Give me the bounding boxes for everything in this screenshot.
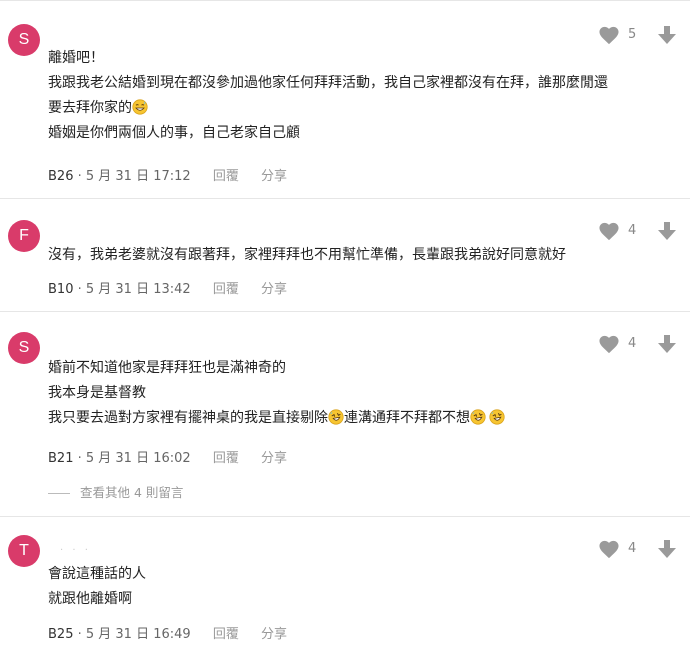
meta-dot: ·: [73, 627, 86, 642]
floor-number[interactable]: B21: [48, 451, 73, 466]
downvote-arrow-icon[interactable]: [656, 24, 678, 46]
comment-line-with-emoji: 我只要去過對方家裡有擺神桌的我是直接剔除 連溝通拜不拜都不想: [48, 406, 630, 431]
comment-line: 離婚吧！: [48, 50, 104, 66]
heart-icon[interactable]: [598, 539, 620, 559]
username-placeholder: · · ·: [60, 545, 91, 556]
comment-actions: 4: [598, 537, 678, 561]
like-count: 4: [628, 541, 637, 556]
share-button[interactable]: 分享: [261, 627, 287, 642]
floor-number[interactable]: B10: [48, 282, 73, 297]
like-count: 5: [628, 27, 637, 42]
comment-body: 婚前不知道他家是拜拜狂也是滿神奇的 我本身是基督教 我只要去過對方家裡有擺神桌的…: [48, 356, 630, 431]
comment-b25: T · · · 4 會說這種話的人 就跟他離婚啊 B25 · 5 月 31 日 …: [0, 517, 690, 656]
avatar[interactable]: S: [8, 332, 40, 364]
floor-number[interactable]: B25: [48, 627, 73, 642]
smiling-sweat-emoji: [132, 99, 148, 115]
comment-line: 連溝通拜不拜都不想: [344, 410, 470, 426]
rolling-laughing-emoji: [470, 409, 486, 425]
comment-line: 就跟他離婚啊: [48, 591, 132, 607]
avatar-letter: S: [18, 339, 30, 356]
timestamp: 5 月 31 日 16:49: [85, 627, 191, 642]
meta-dot: ·: [73, 169, 86, 184]
reply-button[interactable]: 回覆: [213, 451, 239, 466]
heart-icon[interactable]: [598, 25, 620, 45]
meta-dot: ·: [73, 282, 86, 297]
like-count: 4: [628, 336, 637, 351]
avatar-letter: F: [19, 227, 29, 244]
avatar-letter: T: [19, 542, 29, 559]
comment-body: 離婚吧！ 我跟我老公結婚到現在都沒參加過他家任何拜拜活動，我自己家裡都沒有在拜，…: [48, 46, 630, 146]
share-button[interactable]: 分享: [261, 282, 287, 297]
view-more-replies-label: 查看其他 4 則留言: [80, 485, 184, 500]
timestamp: 5 月 31 日 17:12: [85, 169, 191, 184]
comment-line: 會說這種話的人: [48, 566, 146, 582]
comment-b10: F 4 沒有，我弟老婆就沒有跟著拜，家裡拜拜也不用幫忙準備，長輩跟我弟說好同意就…: [0, 199, 690, 312]
comment-line: 沒有，我弟老婆就沒有跟著拜，家裡拜拜也不用幫忙準備，長輩跟我弟說好同意就好: [48, 247, 566, 263]
like-count: 4: [628, 223, 637, 238]
comment-line: 我只要去過對方家裡有擺神桌的我是直接剔除: [48, 410, 328, 426]
reply-button[interactable]: 回覆: [213, 169, 239, 184]
comment-line: 我跟我老公結婚到現在都沒參加過他家任何拜拜活動，我自己家裡都沒有在拜，誰那麼閒還: [48, 75, 608, 91]
comment-actions: 5: [598, 23, 678, 47]
floor-number[interactable]: B26: [48, 169, 73, 184]
comment-meta: B10 · 5 月 31 日 13:42 回覆 分享: [48, 280, 287, 300]
comment-thread: S 5 離婚吧！ 我跟我老公結婚到現在都沒參加過他家任何拜拜活動，我自己家裡都沒…: [0, 0, 690, 656]
comment-meta: B21 · 5 月 31 日 16:02 回覆 分享: [48, 449, 287, 469]
more-replies-dash: [48, 493, 70, 494]
timestamp: 5 月 31 日 13:42: [85, 282, 191, 297]
meta-dot: ·: [73, 451, 86, 466]
comment-actions: 4: [598, 332, 678, 356]
share-button[interactable]: 分享: [261, 169, 287, 184]
avatar[interactable]: S: [8, 24, 40, 56]
reply-button[interactable]: 回覆: [213, 282, 239, 297]
downvote-arrow-icon[interactable]: [656, 220, 678, 242]
share-button[interactable]: 分享: [261, 451, 287, 466]
comment-line-with-emoji: 要去拜你家的: [48, 96, 630, 121]
rolling-laughing-emoji: [489, 409, 505, 425]
comment-body: 沒有，我弟老婆就沒有跟著拜，家裡拜拜也不用幫忙準備，長輩跟我弟說好同意就好: [48, 243, 630, 268]
heart-icon[interactable]: [598, 221, 620, 241]
comment-b21: S 4 婚前不知道他家是拜拜狂也是滿神奇的 我本身是基督教 我只要去過對方家裡有…: [0, 312, 690, 517]
comment-line: 婚姻是你們兩個人的事，自己老家自己顧: [48, 125, 300, 141]
comment-line: 我本身是基督教: [48, 385, 146, 401]
avatar-letter: S: [18, 31, 30, 48]
heart-icon[interactable]: [598, 334, 620, 354]
downvote-arrow-icon[interactable]: [656, 333, 678, 355]
avatar[interactable]: T: [8, 535, 40, 567]
timestamp: 5 月 31 日 16:02: [85, 451, 191, 466]
reply-button[interactable]: 回覆: [213, 627, 239, 642]
comment-actions: 4: [598, 219, 678, 243]
comment-meta: B25 · 5 月 31 日 16:49 回覆 分享: [48, 625, 287, 645]
comment-meta: B26 · 5 月 31 日 17:12 回覆 分享: [48, 167, 287, 187]
downvote-arrow-icon[interactable]: [656, 538, 678, 560]
comment-line: 要去拜你家的: [48, 100, 132, 116]
view-more-replies[interactable]: 查看其他 4 則留言: [48, 483, 183, 503]
rolling-laughing-emoji: [328, 409, 344, 425]
avatar[interactable]: F: [8, 220, 40, 252]
comment-b26: S 5 離婚吧！ 我跟我老公結婚到現在都沒參加過他家任何拜拜活動，我自己家裡都沒…: [0, 0, 690, 199]
comment-line: 婚前不知道他家是拜拜狂也是滿神奇的: [48, 360, 286, 376]
comment-body: 會說這種話的人 就跟他離婚啊: [48, 562, 630, 612]
